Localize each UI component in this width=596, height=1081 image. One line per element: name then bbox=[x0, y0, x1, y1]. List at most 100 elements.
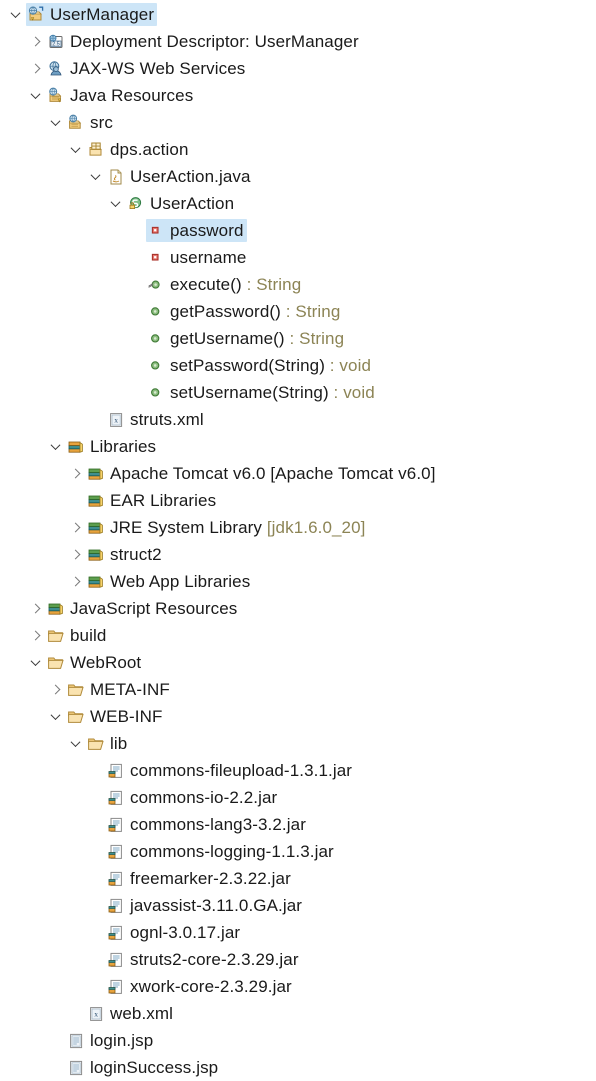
tree-item-src[interactable]: src bbox=[0, 109, 596, 136]
tree-item-user-action-java[interactable]: UserAction.java bbox=[0, 163, 596, 190]
chevron-right-icon[interactable] bbox=[68, 547, 84, 563]
tree-item-content[interactable]: WebRoot bbox=[46, 651, 144, 674]
tree-item-content[interactable]: x struts.xml bbox=[106, 408, 207, 431]
tree-item-content[interactable]: META-INF bbox=[66, 678, 173, 701]
tree-item-content[interactable]: struct2 bbox=[86, 543, 165, 566]
tree-item-libraries[interactable]: Libraries bbox=[0, 433, 596, 460]
chevron-right-icon[interactable] bbox=[48, 682, 64, 698]
chevron-right-icon[interactable] bbox=[28, 601, 44, 617]
tree-item-meta-inf[interactable]: META-INF bbox=[0, 676, 596, 703]
tree-item-struct2[interactable]: struct2 bbox=[0, 541, 596, 568]
tree-item-web-inf[interactable]: WEB-INF bbox=[0, 703, 596, 730]
tree-item-content[interactable]: commons-logging-1.1.3.jar bbox=[106, 840, 337, 863]
tree-item-javascript-resources[interactable]: JavaScript Resources bbox=[0, 595, 596, 622]
tree-item-jar-commons-io[interactable]: commons-io-2.2.jar bbox=[0, 784, 596, 811]
chevron-down-icon[interactable] bbox=[48, 709, 64, 725]
chevron-down-icon[interactable] bbox=[88, 169, 104, 185]
tree-item-jar-commons-fileupload[interactable]: commons-fileupload-1.3.1.jar bbox=[0, 757, 596, 784]
chevron-right-icon[interactable] bbox=[28, 61, 44, 77]
tree-item-content[interactable]: JRE System Library [jdk1.6.0_20] bbox=[86, 516, 369, 539]
tree-item-jar-xwork-core[interactable]: xwork-core-2.3.29.jar bbox=[0, 973, 596, 1000]
chevron-right-icon[interactable] bbox=[28, 628, 44, 644]
tree-item-content[interactable]: dps.action bbox=[86, 138, 192, 161]
tree-item-content[interactable]: JavaScript Resources bbox=[46, 597, 240, 620]
chevron-down-icon[interactable] bbox=[68, 142, 84, 158]
tree-item-content[interactable]: WEB-INF bbox=[66, 705, 165, 728]
tree-item-login-jsp[interactable]: login.jsp bbox=[0, 1027, 596, 1054]
tree-item-jar-freemarker[interactable]: freemarker-2.3.22.jar bbox=[0, 865, 596, 892]
chevron-down-icon[interactable] bbox=[8, 7, 24, 23]
tree-item-jar-struts2-core[interactable]: struts2-core-2.3.29.jar bbox=[0, 946, 596, 973]
tree-item-method-get-password[interactable]: getPassword() : String bbox=[0, 298, 596, 325]
tree-item-content[interactable]: Web App Libraries bbox=[86, 570, 253, 593]
tree-item-content[interactable]: execute() : String bbox=[146, 273, 304, 296]
tree-item-content[interactable]: xwork-core-2.3.29.jar bbox=[106, 975, 295, 998]
tree-item-content[interactable]: struts2-core-2.3.29.jar bbox=[106, 948, 302, 971]
tree-item-web-xml[interactable]: x web.xml bbox=[0, 1000, 596, 1027]
tree-item-field-password[interactable]: password bbox=[0, 217, 596, 244]
tree-item-field-username[interactable]: username bbox=[0, 244, 596, 271]
tree-item-content[interactable]: Libraries bbox=[66, 435, 159, 458]
tree-item-java-resources[interactable]: Java Resources bbox=[0, 82, 596, 109]
tree-item-content[interactable]: Apache Tomcat v6.0 [Apache Tomcat v6.0] bbox=[86, 462, 439, 485]
chevron-down-icon[interactable] bbox=[108, 196, 124, 212]
chevron-down-icon[interactable] bbox=[28, 655, 44, 671]
tree-item-struts-xml[interactable]: x struts.xml bbox=[0, 406, 596, 433]
chevron-right-icon[interactable] bbox=[68, 466, 84, 482]
tree-item-jar-commons-lang3[interactable]: commons-lang3-3.2.jar bbox=[0, 811, 596, 838]
tree-item-content[interactable]: commons-fileupload-1.3.1.jar bbox=[106, 759, 355, 782]
tree-item-content[interactable]: commons-lang3-3.2.jar bbox=[106, 813, 309, 836]
tree-item-content[interactable]: setPassword(String) : void bbox=[146, 354, 374, 377]
tree-item-content[interactable]: setUsername(String) : void bbox=[146, 381, 378, 404]
chevron-down-icon[interactable] bbox=[48, 439, 64, 455]
tree-item-method-set-username[interactable]: setUsername(String) : void bbox=[0, 379, 596, 406]
tree-item-apache-tomcat[interactable]: Apache Tomcat v6.0 [Apache Tomcat v6.0] bbox=[0, 460, 596, 487]
tree-item-build[interactable]: build bbox=[0, 622, 596, 649]
tree-item-webroot[interactable]: WebRoot bbox=[0, 649, 596, 676]
tree-item-deployment-descriptor[interactable]: 2.5 Deployment Descriptor: UserManager bbox=[0, 28, 596, 55]
tree-item-content[interactable]: freemarker-2.3.22.jar bbox=[106, 867, 294, 890]
chevron-down-icon[interactable] bbox=[28, 88, 44, 104]
tree-item-jax-ws-web-services[interactable]: JAX-WS Web Services bbox=[0, 55, 596, 82]
tree-item-jar-ognl[interactable]: ognl-3.0.17.jar bbox=[0, 919, 596, 946]
chevron-down-icon[interactable] bbox=[48, 115, 64, 131]
chevron-down-icon[interactable] bbox=[68, 736, 84, 752]
tree-item-lib[interactable]: lib bbox=[0, 730, 596, 757]
tree-item-content[interactable]: ognl-3.0.17.jar bbox=[106, 921, 243, 944]
tree-item-method-get-username[interactable]: getUsername() : String bbox=[0, 325, 596, 352]
tree-item-content[interactable]: UserAction bbox=[126, 192, 237, 215]
tree-item-content[interactable]: login.jsp bbox=[66, 1029, 156, 1052]
tree-item-jar-commons-logging[interactable]: commons-logging-1.1.3.jar bbox=[0, 838, 596, 865]
tree-item-content[interactable]: EAR Libraries bbox=[86, 489, 219, 512]
tree-item-content[interactable]: src bbox=[66, 111, 116, 134]
tree-item-content[interactable]: build bbox=[46, 624, 109, 647]
tree-item-web-app-libraries[interactable]: Web App Libraries bbox=[0, 568, 596, 595]
tree-item-jar-javassist[interactable]: javassist-3.11.0.GA.jar bbox=[0, 892, 596, 919]
tree-item-content[interactable]: JAX-WS Web Services bbox=[46, 57, 248, 80]
tree-item-method-set-password[interactable]: setPassword(String) : void bbox=[0, 352, 596, 379]
tree-item-content[interactable]: getUsername() : String bbox=[146, 327, 347, 350]
tree-item-content[interactable]: password bbox=[146, 219, 247, 242]
tree-item-jre-system-library[interactable]: JRE System Library [jdk1.6.0_20] bbox=[0, 514, 596, 541]
tree-item-content[interactable]: commons-io-2.2.jar bbox=[106, 786, 280, 809]
tree-item-content[interactable]: x web.xml bbox=[86, 1002, 176, 1025]
tree-item-content[interactable]: loginSuccess.jsp bbox=[66, 1056, 221, 1079]
tree-item-method-execute[interactable]: execute() : String bbox=[0, 271, 596, 298]
project-explorer-tree[interactable]: UserManager 2.5 Deployment Descriptor: Use… bbox=[0, 0, 596, 1081]
tree-item-content[interactable]: UserManager bbox=[26, 3, 158, 26]
tree-item-content[interactable]: javassist-3.11.0.GA.jar bbox=[106, 894, 305, 917]
tree-item-user-action-class[interactable]: UserAction bbox=[0, 190, 596, 217]
tree-item-content[interactable]: getPassword() : String bbox=[146, 300, 343, 323]
tree-item-content[interactable]: UserAction.java bbox=[106, 165, 254, 188]
chevron-right-icon[interactable] bbox=[28, 34, 44, 50]
chevron-right-icon[interactable] bbox=[68, 574, 84, 590]
tree-item-ear-libraries[interactable]: EAR Libraries bbox=[0, 487, 596, 514]
tree-item-login-success-jsp[interactable]: loginSuccess.jsp bbox=[0, 1054, 596, 1081]
chevron-right-icon[interactable] bbox=[68, 520, 84, 536]
tree-item-content[interactable]: username bbox=[146, 246, 249, 269]
tree-item-content[interactable]: lib bbox=[86, 732, 130, 755]
tree-item-content[interactable]: 2.5 Deployment Descriptor: UserManager bbox=[46, 30, 362, 53]
tree-item-content[interactable]: Java Resources bbox=[46, 84, 196, 107]
tree-item-dps-action[interactable]: dps.action bbox=[0, 136, 596, 163]
tree-item-user-manager[interactable]: UserManager bbox=[0, 1, 596, 28]
